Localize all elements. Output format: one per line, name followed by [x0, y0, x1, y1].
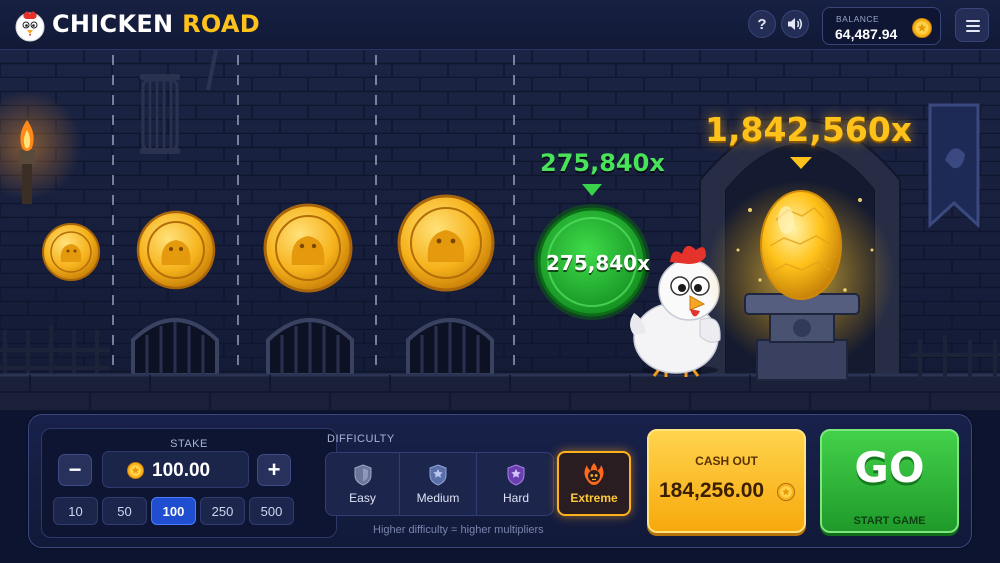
golden-egg: [760, 190, 842, 300]
game-scene: 275,840x 275,840x 1,842,560x: [0, 50, 1000, 410]
difficulty-extreme[interactable]: Extreme: [557, 451, 631, 516]
difficulty-note: Higher difficulty = higher multipliers: [373, 524, 544, 536]
lane-coin-2: [136, 210, 216, 290]
brand-title: CHICKEN ROAD: [52, 10, 260, 38]
menu-button[interactable]: [955, 8, 989, 42]
coin-icon: [912, 18, 932, 38]
help-button[interactable]: ?: [748, 10, 776, 38]
lane-coin-4: [397, 194, 495, 292]
difficulty-easy-label: Easy: [349, 490, 376, 505]
difficulty-easy[interactable]: Easy: [326, 453, 400, 515]
quick-bet-100[interactable]: 100: [151, 497, 196, 525]
shield-icon: [354, 463, 371, 486]
coin-icon: [777, 483, 795, 501]
menu-icon: [966, 20, 980, 22]
difficulty-medium-label: Medium: [416, 490, 460, 505]
cash-out-label: CASH OUT: [695, 454, 758, 468]
current-lane-multiplier-value: 275,840x: [546, 251, 650, 275]
quick-bet-10[interactable]: 10: [53, 497, 98, 525]
difficulty-medium[interactable]: Medium: [400, 453, 477, 515]
sound-icon: [788, 18, 802, 30]
quick-bet-250[interactable]: 250: [200, 497, 245, 525]
difficulty-selector: Easy Medium Hard: [325, 452, 554, 516]
shield-icon: [429, 463, 447, 486]
jackpot-multiplier: 1,842,560x: [705, 110, 913, 149]
lane-coin-1: [42, 223, 100, 281]
chicken-logo-icon: [15, 11, 45, 42]
top-bar: CHICKEN ROAD ? BALANCE 64,487.94: [0, 0, 1000, 50]
difficulty-extreme-label: Extreme: [570, 491, 618, 505]
cash-out-amount: 184,256.00: [659, 479, 765, 502]
start-game-label: START GAME: [853, 515, 926, 527]
stake-amount: 100.00: [152, 460, 211, 481]
shield-icon: [507, 463, 525, 486]
difficulty-label: DIFFICULTY: [327, 433, 395, 445]
stake-section: STAKE − 100.00 + 10 50 100 250 500: [41, 428, 337, 538]
stake-label: STAKE: [170, 438, 208, 450]
help-icon: ?: [757, 15, 767, 33]
difficulty-hard-label: Hard: [502, 490, 529, 505]
dungeon-background: [0, 50, 1000, 410]
brand-title-part1: CHICKEN: [52, 10, 174, 38]
quick-bet-50[interactable]: 50: [102, 497, 147, 525]
decrease-stake-button[interactable]: −: [58, 454, 92, 486]
sound-button[interactable]: [781, 10, 809, 38]
coin-icon: [127, 462, 144, 479]
cash-out-button[interactable]: CASH OUT 184,256.00: [647, 429, 806, 533]
go-label: GO: [854, 443, 925, 492]
quick-bet-500[interactable]: 500: [249, 497, 294, 525]
control-panel: STAKE − 100.00 + 10 50 100 250 500 DIFFI…: [28, 414, 972, 548]
skull-icon: [584, 463, 604, 485]
balance-value: 64,487.94: [835, 26, 898, 42]
start-game-button[interactable]: GO START GAME: [820, 429, 959, 533]
lane-coin-3: [263, 203, 353, 293]
difficulty-hard[interactable]: Hard: [477, 453, 553, 515]
increase-stake-button[interactable]: +: [257, 454, 291, 486]
current-lane-multiplier-label: 275,840x: [540, 149, 665, 177]
brand-title-part2: ROAD: [182, 10, 261, 38]
stake-input[interactable]: 100.00: [102, 451, 249, 488]
balance-label: BALANCE: [836, 14, 880, 24]
balance-display: BALANCE 64,487.94: [822, 7, 941, 45]
